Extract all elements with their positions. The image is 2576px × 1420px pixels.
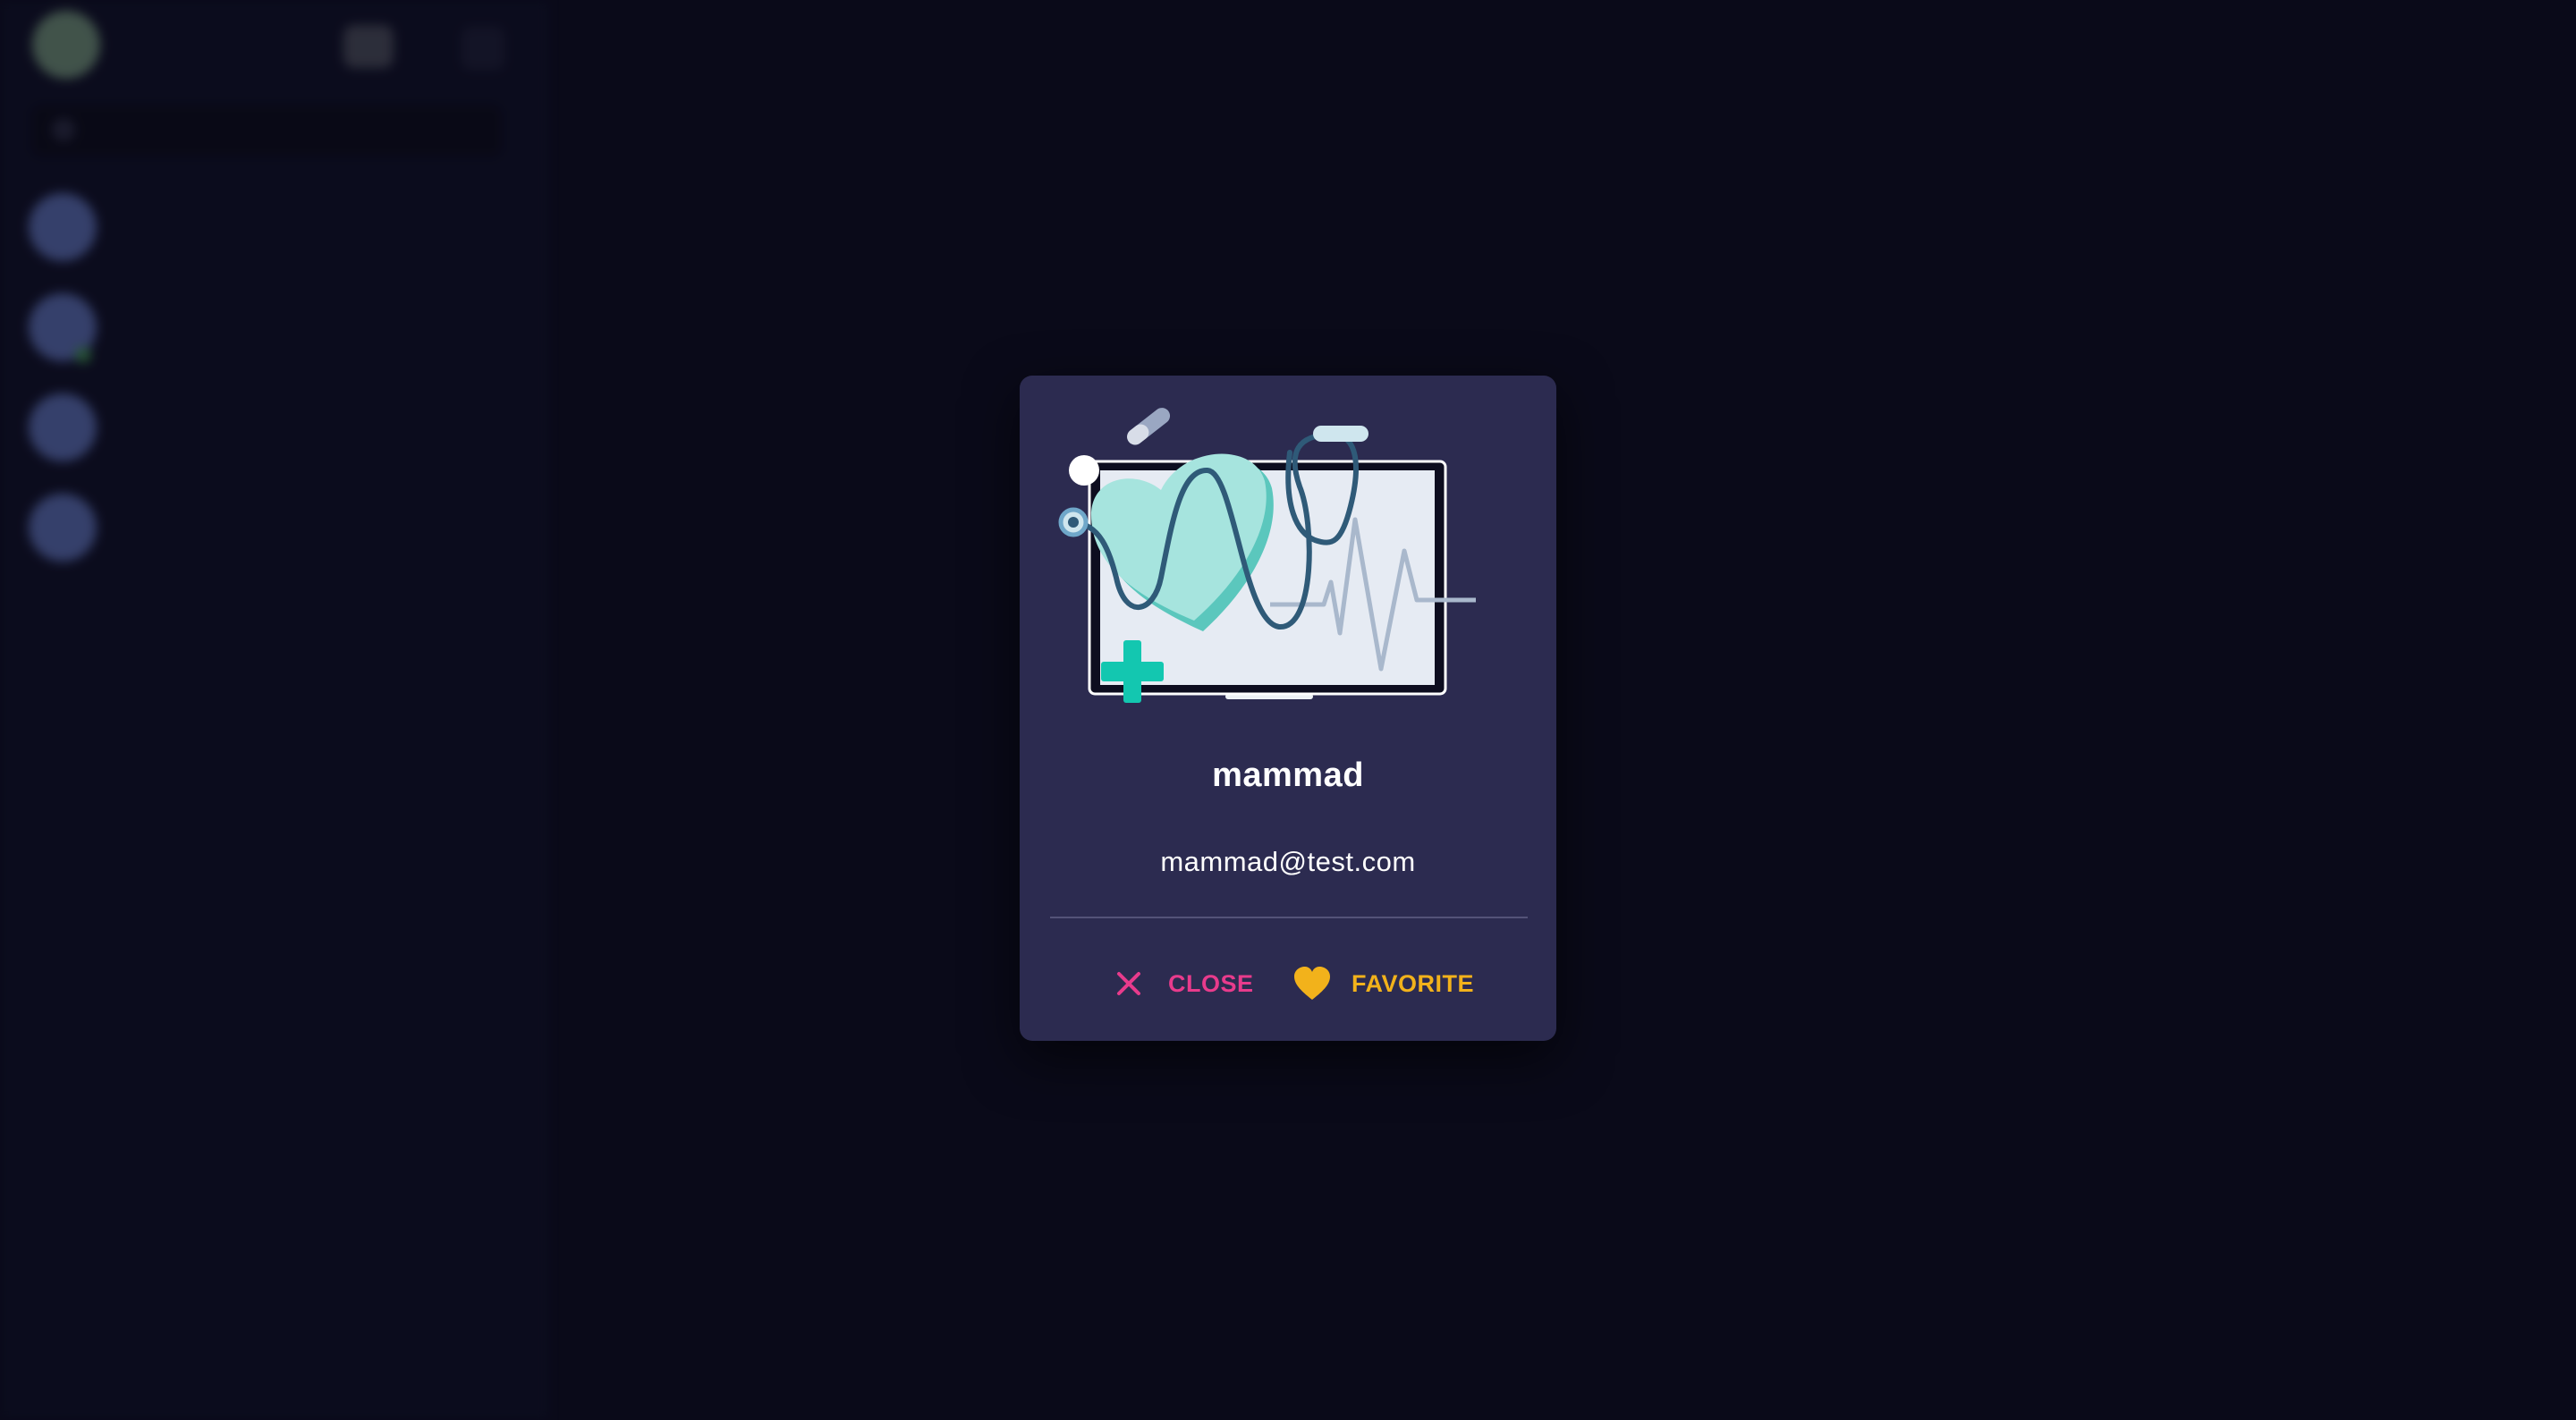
dialog-actions: CLOSE FAVORITE — [1020, 948, 1556, 1019]
profile-email: mammad@test.com — [1160, 846, 1416, 877]
divider — [1050, 917, 1528, 918]
stethoscope-chestpiece-center — [1068, 517, 1079, 528]
favorite-button-label: FAVORITE — [1352, 969, 1475, 997]
close-button-label: CLOSE — [1168, 969, 1254, 997]
white-dot — [1069, 455, 1099, 486]
pill-icon — [1127, 408, 1171, 445]
profile-dialog: mammad mammad@test.com CLOSE FAVORITE — [1020, 376, 1556, 1041]
profile-name: mammad — [1212, 756, 1364, 794]
favorite-button[interactable]: FAVORITE — [1292, 948, 1474, 1019]
health-monitor-illustration — [1058, 408, 1476, 703]
close-icon — [1109, 964, 1148, 1003]
stethoscope-earpieces — [1313, 426, 1368, 442]
close-button[interactable]: CLOSE — [1109, 948, 1254, 1019]
heart-icon — [1292, 964, 1332, 1003]
